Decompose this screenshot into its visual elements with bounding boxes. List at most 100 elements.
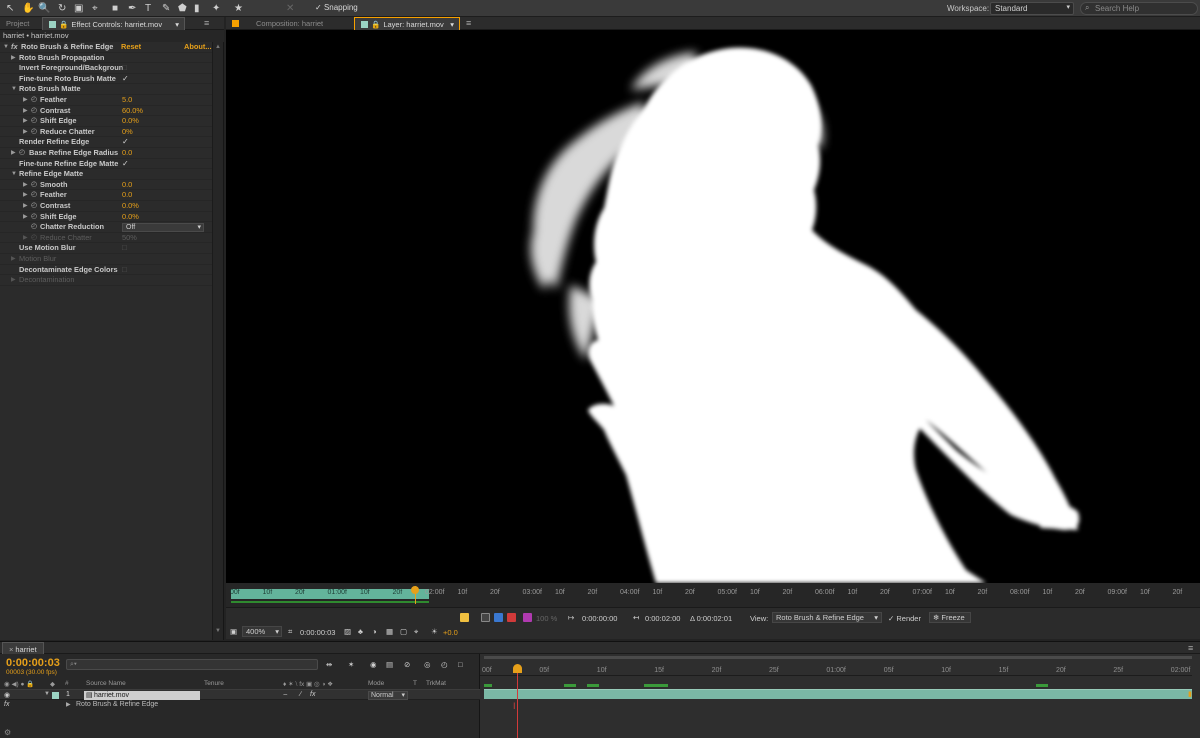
always-preview-icon[interactable]: ▣: [230, 627, 237, 636]
about-link[interactable]: About...: [184, 42, 212, 53]
effect-switch-icon[interactable]: fx: [310, 691, 315, 698]
stopwatch-icon[interactable]: ◴: [19, 148, 25, 159]
roto-matte-row[interactable]: ▼ Roto Brush Matte: [0, 84, 212, 95]
fx-toggle-icon[interactable]: fx: [4, 701, 9, 708]
timeline-graph-area[interactable]: 00f 05f 10f 15f 20f 25f 01:00f 05f 10f 15f 20f 25f 0…: [480, 654, 1200, 738]
stopwatch-icon[interactable]: ◴: [441, 660, 448, 669]
decontam-colors-checkbox[interactable]: □: [122, 265, 127, 276]
motion-blur-icon[interactable]: ⊘: [404, 660, 410, 669]
tab-layer[interactable]: 🔒 Layer: harriet.mov ▾: [354, 17, 460, 30]
timeline-search-input[interactable]: ⌕▾: [66, 659, 318, 670]
refine-matte-row[interactable]: ▼ Refine Edge Matte: [0, 169, 212, 180]
expand-triangle-icon[interactable]: ▶: [23, 106, 28, 117]
zoom-tool-icon[interactable]: 🔍: [38, 2, 50, 15]
current-time-line[interactable]: [517, 666, 518, 738]
expand-triangle-icon[interactable]: ▶: [11, 254, 16, 265]
expand-triangle-icon[interactable]: ▶: [23, 180, 28, 191]
snapping-checkbox[interactable]: ✓ Snapping: [315, 3, 358, 12]
effect-title-row[interactable]: ▼ fx Roto Brush & Refine Edge Reset Abou…: [0, 42, 212, 53]
quality-switch-icon[interactable]: ∕: [300, 691, 301, 698]
out-point-time[interactable]: 0:00:02:00: [645, 614, 680, 623]
graph-editor-icon[interactable]: □: [458, 660, 463, 669]
stopwatch-icon[interactable]: ◴: [31, 106, 37, 117]
stopwatch-icon[interactable]: ◴: [31, 212, 37, 223]
snapshot-icon[interactable]: ▨: [344, 627, 351, 636]
layer-out-handle-icon[interactable]: ▮: [1188, 690, 1192, 698]
contrast2-value[interactable]: 0.0%: [122, 201, 139, 212]
current-time-display[interactable]: 0:00:00:03: [300, 628, 335, 637]
stopwatch-icon[interactable]: ◴: [31, 180, 37, 191]
feather-value[interactable]: 5.0: [122, 95, 132, 106]
render-checkbox[interactable]: ✓ Render: [888, 614, 921, 623]
blue-channel-icon[interactable]: [494, 613, 503, 622]
view-select[interactable]: Roto Brush & Refine Edge ▾: [772, 612, 882, 623]
axis-mode-icon[interactable]: ✕: [286, 2, 294, 15]
freeze-button[interactable]: ❄ Freeze: [929, 612, 971, 623]
finetune-refine-checkbox[interactable]: ✓: [122, 159, 129, 170]
tab-effect-controls[interactable]: 🔒 Effect Controls: harriet.mov ▾: [42, 17, 185, 30]
tab-project[interactable]: Project: [0, 17, 40, 30]
pen-tool-icon[interactable]: ✒: [128, 2, 136, 15]
layer-row[interactable]: ◉ ▼ 1 ▤ harriet.mov ⌢ ∕ fx Normal ▾: [0, 689, 480, 700]
mode-header[interactable]: Mode: [368, 680, 384, 687]
search-help-input[interactable]: ⌕ Search Help: [1080, 2, 1198, 15]
overlay-opacity[interactable]: 100 %: [536, 614, 557, 623]
exposure-value[interactable]: +0.0: [443, 628, 458, 637]
collapse-triangle-icon[interactable]: ▼: [11, 84, 17, 95]
exposure-icon[interactable]: ☀: [431, 627, 438, 636]
chatter-reduction-dropdown[interactable]: Off ▾: [122, 223, 204, 232]
alpha-boundary-icon[interactable]: [460, 613, 469, 622]
pan-behind-tool-icon[interactable]: ⌖: [92, 2, 98, 15]
magnification-select[interactable]: 400% ▾: [242, 626, 282, 637]
layer-viewer[interactable]: [226, 30, 1200, 583]
feather2-value[interactable]: 0.0: [122, 190, 132, 201]
finetune-roto-checkbox[interactable]: ✓: [122, 74, 129, 85]
red-channel-icon[interactable]: [507, 613, 516, 622]
mask-visibility-icon[interactable]: ▢: [400, 627, 407, 636]
expand-triangle-icon[interactable]: ▶: [11, 148, 16, 159]
workspace-select[interactable]: Standard ▾: [990, 2, 1074, 15]
stopwatch-icon[interactable]: ◴: [31, 116, 37, 127]
video-eye-icon[interactable]: ◉: [4, 691, 10, 699]
type-tool-icon[interactable]: T: [145, 2, 151, 15]
layer-label-color-icon[interactable]: [52, 692, 59, 699]
draft-3d-icon[interactable]: ✶: [348, 660, 354, 669]
tenure-header[interactable]: Tenure: [204, 680, 224, 687]
roto-brush-tool-icon[interactable]: ✦: [212, 2, 220, 15]
effect-controls-scrollbar[interactable]: ▲ ▼: [212, 42, 223, 640]
fx-icon[interactable]: fx: [11, 42, 18, 53]
rotate-tool-icon[interactable]: ↻: [58, 2, 66, 15]
layer-effect-row[interactable]: fx ▶ Roto Brush & Refine Edge: [0, 700, 480, 711]
shy-switch-icon[interactable]: ⌢: [283, 691, 288, 699]
puppet-pin-tool-icon[interactable]: ★: [234, 2, 243, 15]
expand-triangle-icon[interactable]: ▶: [23, 95, 28, 106]
comp-mini-flowchart-icon[interactable]: ⇹: [326, 660, 332, 669]
reduce-chatter-value[interactable]: 0%: [122, 127, 133, 138]
mini-current-time-indicator[interactable]: [411, 586, 419, 594]
timeline-timecode[interactable]: 0:00:00:03: [6, 657, 60, 669]
expand-triangle-icon[interactable]: ▶: [23, 190, 28, 201]
camera-tool-icon[interactable]: ▣: [74, 2, 83, 15]
close-icon[interactable]: ×: [9, 645, 13, 654]
smooth-value[interactable]: 0.0: [122, 180, 132, 191]
propagation-row[interactable]: ▶ Roto Brush Propagation: [0, 53, 212, 64]
expand-triangle-icon[interactable]: ▶: [23, 212, 28, 223]
eraser-tool-icon[interactable]: ▮: [194, 2, 200, 15]
stopwatch-icon[interactable]: ◴: [31, 95, 37, 106]
expand-triangle-icon[interactable]: ▶: [23, 233, 28, 244]
tab-composition[interactable]: Composition: harriet: [250, 17, 356, 30]
layer-mini-timeline[interactable]: 00f 10f 20f 01:00f 10f 20f 02:00f 10f 20f 03:00f 1…: [226, 583, 1200, 607]
shift-edge2-value[interactable]: 0.0%: [122, 212, 139, 223]
invert-checkbox[interactable]: □: [122, 63, 127, 74]
viewer-panel-menu-icon[interactable]: ≡: [466, 17, 471, 30]
expand-triangle-icon[interactable]: ▶: [11, 275, 16, 286]
source-name-header[interactable]: Source Name: [86, 680, 126, 687]
expand-triangle-icon[interactable]: ▶: [11, 53, 16, 64]
stopwatch-icon[interactable]: ◴: [31, 222, 37, 233]
trkmat-header[interactable]: TrkMat: [426, 680, 446, 687]
safe-margins-icon[interactable]: ⌗: [288, 627, 292, 637]
brush-tool-icon[interactable]: ✎: [162, 2, 170, 15]
selection-tool-icon[interactable]: ↖: [6, 2, 14, 15]
panel-menu-icon[interactable]: ≡: [204, 17, 209, 30]
layer-source-name[interactable]: ▤ harriet.mov: [84, 691, 200, 700]
